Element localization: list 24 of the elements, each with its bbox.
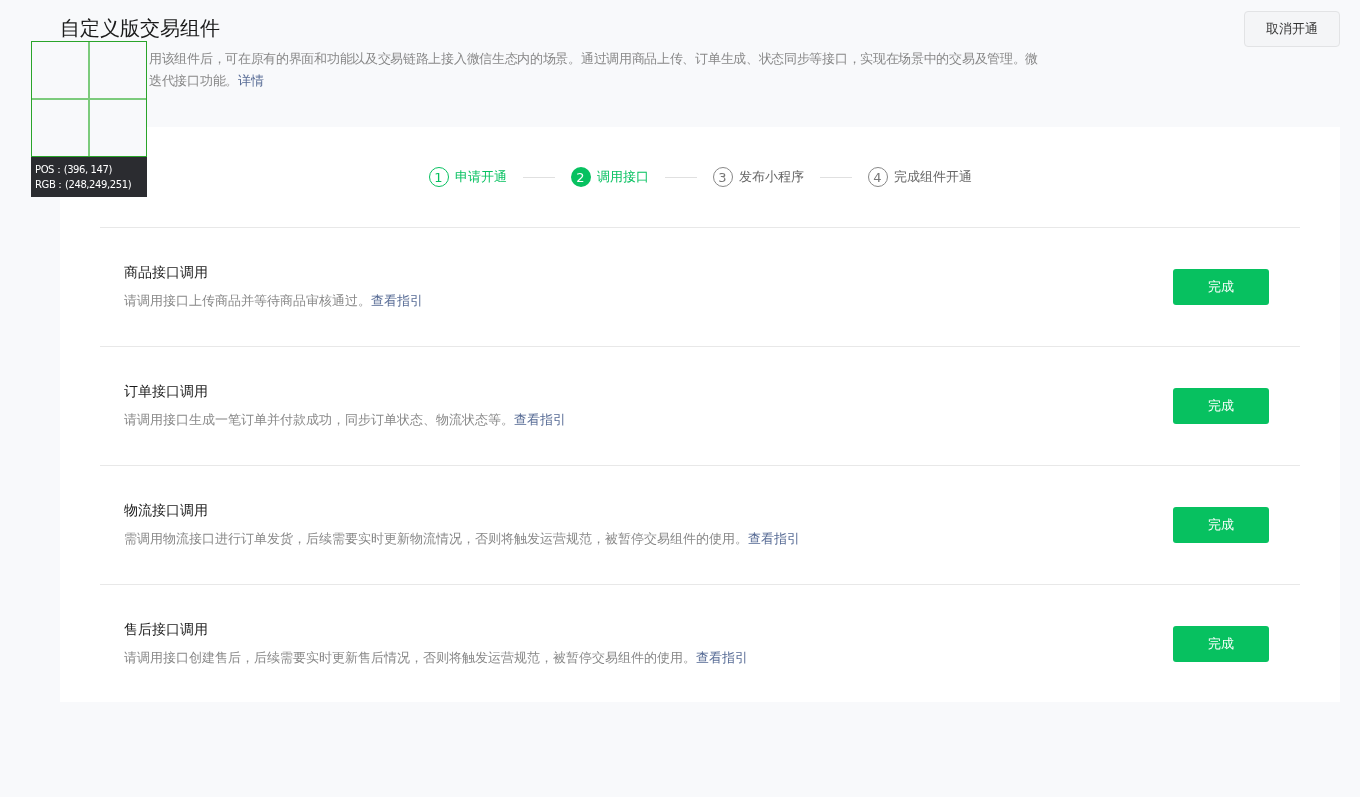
step-number: 2 (570, 167, 591, 187)
task-title: 订单接口调用 (124, 383, 209, 401)
task-description: 请调用接口上传商品并等待商品审核通过。 (124, 293, 371, 308)
task-description: 请调用接口创建售后，后续需要实时更新售后情况，否则将触发运营规范，被暂停交易组件的使用。 (124, 650, 696, 665)
task-title: 商品接口调用 (124, 264, 209, 282)
guide-link[interactable]: 查看指引 (696, 650, 748, 665)
step-label: 调用接口 (596, 168, 649, 186)
details-link[interactable]: 详情 (237, 73, 264, 88)
task-title: 售后接口调用 (124, 621, 209, 639)
page-title: 自定义版交易组件 (60, 15, 221, 42)
step-label: 完成组件开通 (893, 168, 972, 186)
position-text: POS：(396, 147) (35, 163, 112, 177)
guide-link[interactable]: 查看指引 (371, 293, 423, 308)
task-description: 需调用物流接口进行订单发货，后续需要实时更新物流情况，否则将触发运营规范，被暂停交易组件的使用。 (124, 531, 748, 546)
step-label: 发布小程序 (738, 168, 804, 186)
guide-link[interactable]: 查看指引 (748, 531, 800, 546)
description-text: 迭代接口功能。 (149, 73, 238, 88)
task-description: 请调用接口生成一笔订单并付款成功，同步订单状态、物流状态等。 (124, 412, 514, 427)
description-text: 用该组件后，可在原有的界面和功能以及交易链路上接入微信生态内的场景。通过调用商品上传、订单生成、状态同步等接口，实现在场景中的交易及管理。微 (149, 50, 1038, 68)
guide-link[interactable]: 查看指引 (514, 412, 566, 427)
step-label: 申请开通 (454, 168, 507, 186)
color-text: RGB：(248,249,251) (35, 178, 132, 192)
task-title: 物流接口调用 (124, 502, 209, 520)
cancel-button[interactable]: 取消开通 (1244, 11, 1340, 47)
